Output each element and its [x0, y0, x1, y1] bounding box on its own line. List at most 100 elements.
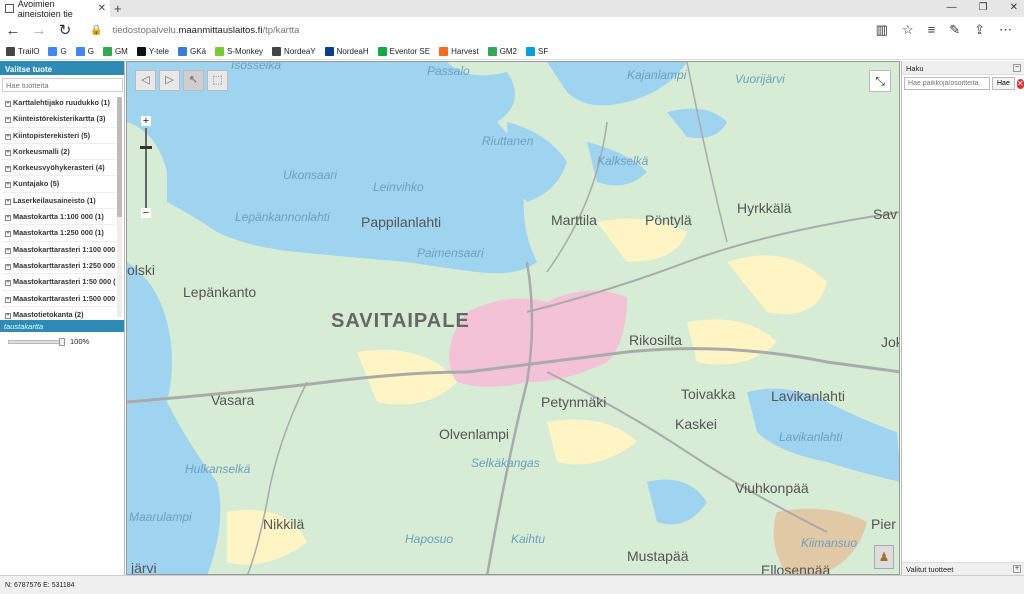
scrollbar-thumb[interactable]	[117, 97, 122, 217]
product-item[interactable]: + Korkeusmalli (2)	[2, 144, 116, 161]
zoom-slider[interactable]	[145, 128, 147, 208]
restore-icon[interactable]: ❐	[979, 2, 988, 13]
product-item[interactable]: + Karttalehtijako ruudukko (1)	[2, 95, 116, 112]
zoom-slider-handle[interactable]	[140, 146, 152, 149]
map-toolbar: ◁ ▷ ↖ ⬚	[135, 70, 228, 91]
forward-icon[interactable]: →	[26, 22, 52, 39]
product-item[interactable]: + Maastokartta 1:250 000 (1)	[2, 225, 116, 242]
favorite-item[interactable]: Eventor SE	[377, 46, 430, 56]
favorite-item[interactable]: Harvest	[439, 46, 479, 56]
url-field[interactable]: tiedostopalvelu.maanmittauslaitos.fi/tp/…	[112, 25, 299, 36]
expand-icon[interactable]: +	[5, 133, 11, 140]
browser-tab[interactable]: Avoimien aineistojen tie ✕	[0, 0, 110, 19]
expand-icon[interactable]: +	[5, 166, 11, 173]
selected-products-title: Valitut tuotteet	[906, 565, 954, 574]
select-tool-icon[interactable]: ↖	[183, 70, 204, 91]
search-button[interactable]: Hae	[992, 77, 1015, 90]
expand-icon[interactable]: +	[5, 280, 11, 287]
place-label: Kajanlampi	[627, 68, 687, 82]
product-label: Maastokarttarasteri 1:500 000 (1)	[13, 293, 116, 303]
favorite-item[interactable]: GKä	[178, 46, 206, 56]
lock-icon: 🔒	[90, 24, 103, 36]
product-item[interactable]: + Kuntajako (5)	[2, 176, 116, 193]
refresh-icon[interactable]: ↻	[52, 21, 78, 39]
expand-icon[interactable]: +	[5, 101, 11, 107]
favorite-item[interactable]: TrailO	[6, 46, 39, 56]
expand-icon[interactable]: +	[5, 231, 11, 238]
expand-icon[interactable]: +	[5, 182, 11, 189]
product-item[interactable]: + Maastokartta 1:100 000 (1)	[2, 209, 116, 226]
expand-icon[interactable]: +	[5, 296, 11, 303]
zoom-out-icon[interactable]: −	[141, 208, 151, 219]
favorite-item[interactable]: GM	[102, 46, 128, 56]
favorite-item[interactable]: NordeaY	[272, 46, 316, 56]
place-label: Riuttanen	[482, 134, 534, 148]
product-label: Maastokartta 1:250 000 (1)	[13, 228, 104, 238]
area-select-icon[interactable]: ⬚	[207, 70, 228, 91]
place-label: Haposuo	[405, 532, 454, 546]
expand-icon[interactable]: +	[1013, 565, 1021, 573]
place-label: Vasara	[211, 392, 255, 408]
fullscreen-icon[interactable]: ⤡	[869, 70, 891, 92]
search-row: Hae ✕	[902, 75, 1024, 92]
favorite-item[interactable]: NordeaH	[324, 46, 369, 56]
next-view-icon[interactable]: ▷	[159, 70, 180, 91]
favorite-item[interactable]: G	[75, 46, 94, 56]
expand-icon[interactable]: +	[5, 247, 11, 254]
expand-icon[interactable]: +	[5, 215, 11, 222]
previous-view-icon[interactable]: ◁	[135, 70, 156, 91]
expand-icon[interactable]: +	[5, 117, 11, 124]
place-label: Vuorijärvi	[735, 72, 785, 86]
new-tab-button[interactable]: +	[114, 1, 122, 16]
product-item[interactable]: + Korkeusvyöhykerasteri (4)	[2, 160, 116, 177]
expand-icon[interactable]: +	[5, 198, 11, 205]
collapse-icon[interactable]: −	[1013, 64, 1021, 72]
place-label: Mustapää	[627, 548, 689, 564]
product-label: Maastokarttarasteri 1:100 000 (1)	[13, 244, 116, 254]
zoom-in-icon[interactable]: +	[141, 116, 151, 127]
product-label: Maastokarttarasteri 1:250 000 (1)	[13, 260, 116, 270]
map-view[interactable]: Isosselkä Passalo Kajanlampi Vuorijärvi Riut…	[126, 61, 900, 575]
favorite-item[interactable]: GM2	[487, 46, 517, 56]
product-item[interactable]: + Maastokarttarasteri 1:100 000 (1)	[2, 242, 116, 258]
place-search-input[interactable]	[904, 77, 990, 90]
favorite-item[interactable]: SF	[526, 46, 548, 56]
close-tab-icon[interactable]: ✕	[98, 3, 106, 14]
product-item[interactable]: + Kiintopisterekisteri (5)	[2, 128, 116, 144]
share-icon[interactable]: ⇪	[974, 22, 985, 38]
web-note-icon[interactable]: ✎	[949, 22, 960, 38]
place-label: Maarulampi	[129, 510, 192, 524]
product-item[interactable]: + Laserkeilausaineisto (1)	[2, 193, 116, 210]
product-item[interactable]: + Maastotietokanta (2)	[2, 307, 116, 319]
clear-icon[interactable]: ✕	[1016, 78, 1024, 89]
favorite-item[interactable]: Y-tele	[136, 46, 169, 56]
star-icon	[272, 46, 282, 56]
product-item[interactable]: + Maastokarttarasteri 1:250 000 (1)	[2, 258, 116, 275]
close-window-icon[interactable]: ✕	[1010, 2, 1018, 13]
product-item[interactable]: + Maastokarttarasteri 1:500 000 (1)	[2, 291, 116, 307]
back-icon[interactable]: ←	[0, 22, 26, 39]
favorite-star-icon[interactable]: ☆	[902, 22, 914, 38]
street-view-icon[interactable]: ♟	[874, 545, 894, 569]
product-item[interactable]: + Kiinteistörekisterikartta (3)	[2, 111, 116, 128]
browser-tab-bar: Avoimien aineistojen tie ✕ + — ❐ ✕	[0, 0, 1024, 19]
hub-icon[interactable]: ≡	[928, 22, 936, 38]
product-list: + Karttalehtijako ruudukko (1) + Kiinteistö…	[2, 95, 116, 319]
product-label: Kiintopisterekisteri (5)	[13, 130, 91, 140]
opacity-slider-handle[interactable]	[59, 337, 65, 346]
expand-icon[interactable]: +	[5, 149, 11, 156]
more-icon[interactable]: ⋯	[999, 22, 1012, 38]
expand-icon[interactable]: +	[5, 312, 11, 319]
favorite-item[interactable]: G	[48, 46, 67, 56]
opacity-slider[interactable]	[8, 337, 65, 346]
product-search-input[interactable]	[2, 78, 123, 92]
minimize-icon[interactable]: —	[947, 2, 957, 13]
reading-view-icon[interactable]: ▥	[876, 22, 888, 38]
product-item[interactable]: + Maastokarttarasteri 1:50 000 (1)	[2, 274, 116, 291]
product-label: Maastokarttarasteri 1:50 000 (1)	[13, 277, 116, 287]
maps-icon	[102, 46, 112, 56]
expand-icon[interactable]: +	[5, 263, 11, 270]
product-label: Korkeusvyöhykerasteri (4)	[13, 163, 105, 173]
product-label: Maastokartta 1:100 000 (1)	[13, 212, 104, 222]
favorite-item[interactable]: S-Monkey	[215, 46, 263, 56]
